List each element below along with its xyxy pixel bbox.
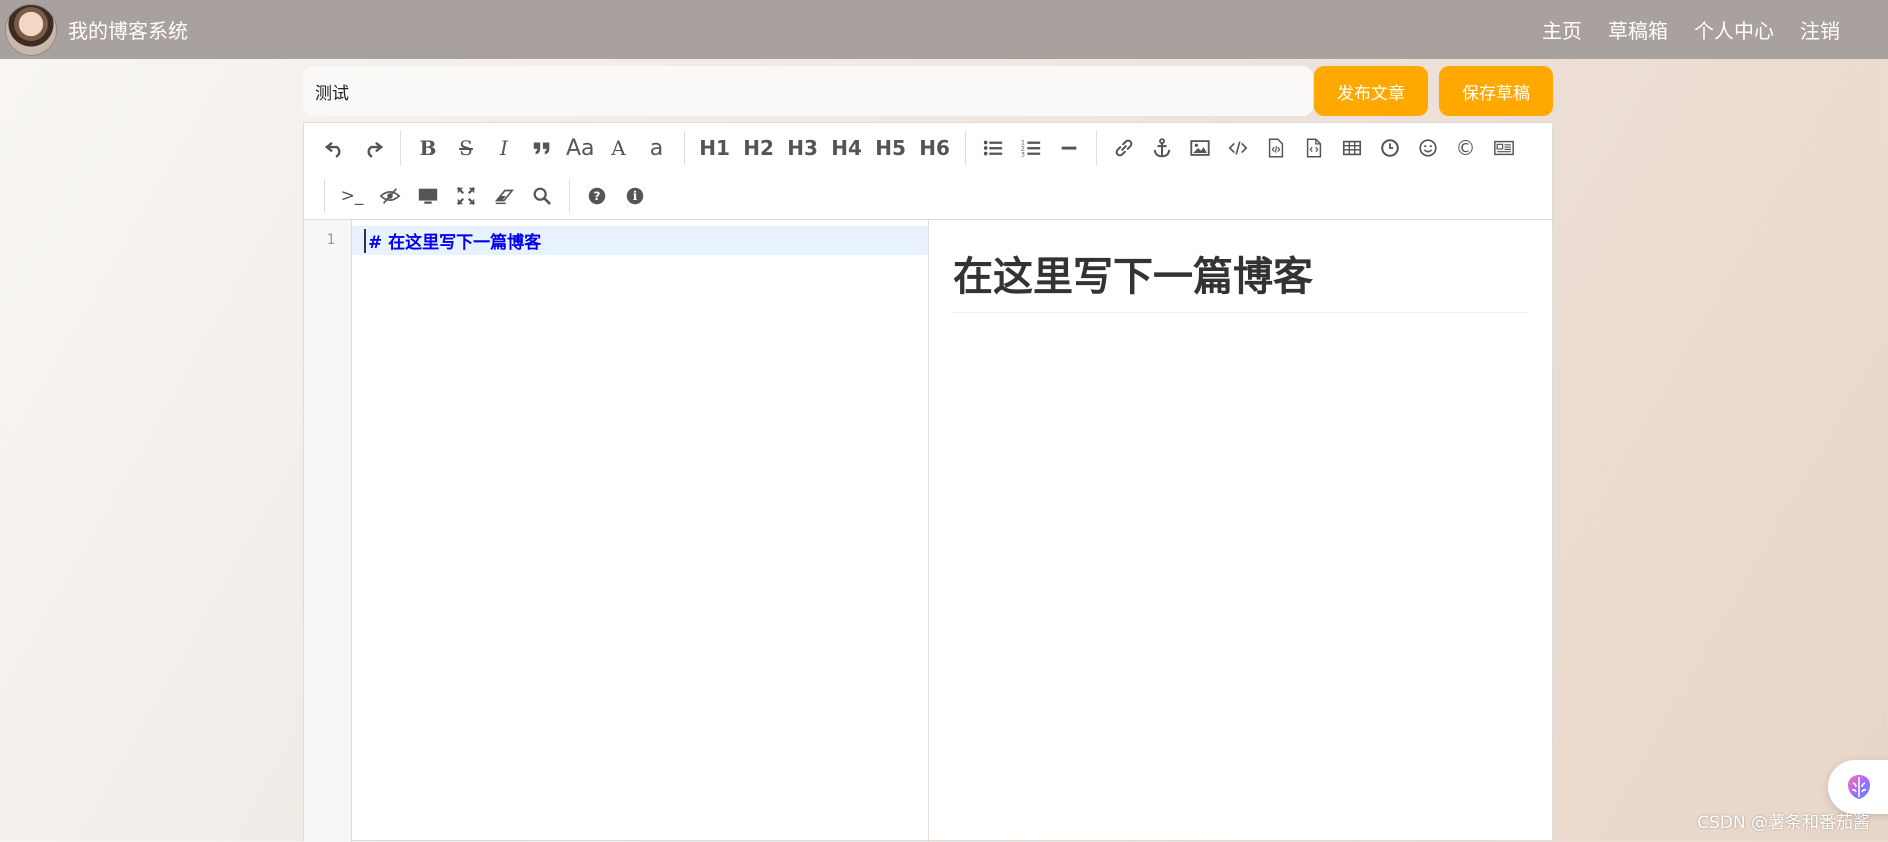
datetime-icon[interactable]	[1373, 131, 1407, 165]
save-draft-button[interactable]: 保存草稿	[1439, 66, 1553, 116]
toolbar-separator	[569, 179, 570, 213]
article-title-input[interactable]	[303, 66, 1313, 116]
html-entities-icon[interactable]: ©	[1449, 131, 1483, 165]
h1-button[interactable]: H1	[695, 131, 735, 165]
preview-icon[interactable]	[411, 179, 445, 213]
h5-button[interactable]: H5	[871, 131, 911, 165]
toolbar-separator	[1095, 131, 1097, 165]
svg-text:?: ?	[594, 189, 601, 203]
code-icon[interactable]	[1221, 131, 1255, 165]
brand-title: 我的博客系统	[68, 19, 188, 43]
clear-icon[interactable]	[487, 179, 521, 213]
preview-heading: 在这里写下一篇博客	[953, 244, 1528, 313]
table-icon[interactable]	[1335, 131, 1369, 165]
h2-button[interactable]: H2	[739, 131, 779, 165]
h3-button[interactable]: H3	[783, 131, 823, 165]
fullscreen-icon[interactable]	[449, 179, 483, 213]
toolbar-row-2: >_ ? i	[316, 176, 654, 216]
unordered-list-icon[interactable]	[976, 131, 1010, 165]
svg-text:3: 3	[1020, 150, 1024, 158]
link-icon[interactable]	[1107, 131, 1141, 165]
svg-text:i: i	[633, 189, 638, 203]
lowercase-icon[interactable]: a	[640, 131, 674, 165]
image-icon[interactable]	[1183, 131, 1217, 165]
editor-toolbar: B S I Aa A a H1 H2 H3 H4 H5 H6 123 © >_ …	[304, 123, 1552, 220]
anchor-icon[interactable]	[1145, 131, 1179, 165]
nav-link-profile[interactable]: 个人中心	[1694, 15, 1774, 44]
markdown-source-pane[interactable]: 1 # 在这里写下一篇博客	[304, 220, 929, 842]
bold-icon[interactable]: B	[411, 131, 445, 165]
assistant-float-button[interactable]	[1828, 760, 1888, 814]
toolbar-separator	[400, 131, 401, 165]
emoji-icon[interactable]	[1411, 131, 1445, 165]
code-block-icon[interactable]	[1297, 131, 1331, 165]
brain-icon	[1848, 775, 1870, 799]
code-line-text: # 在这里写下一篇博客	[368, 233, 542, 253]
strikethrough-icon[interactable]: S	[449, 131, 483, 165]
markdown-editor: B S I Aa A a H1 H2 H3 H4 H5 H6 123 © >_ …	[303, 122, 1553, 842]
preformatted-code-icon[interactable]	[1259, 131, 1293, 165]
markdown-preview-pane: 在这里写下一篇博客	[929, 220, 1552, 842]
text-cursor	[364, 228, 366, 253]
line-number-gutter: 1	[304, 220, 352, 842]
toolbar-separator	[964, 131, 966, 165]
nav-link-home[interactable]: 主页	[1542, 15, 1582, 44]
csdn-watermark: CSDN @薯条和番茄酱	[1697, 813, 1870, 833]
nav-link-drafts[interactable]: 草稿箱	[1608, 15, 1668, 44]
toolbar-row-1: B S I Aa A a H1 H2 H3 H4 H5 H6 123 ©	[316, 128, 1523, 168]
search-icon[interactable]	[525, 179, 559, 213]
active-code-line[interactable]: # 在这里写下一篇博客	[352, 226, 928, 255]
goto-line-icon[interactable]: >_	[335, 179, 369, 213]
h4-button[interactable]: H4	[827, 131, 867, 165]
uppercase-icon[interactable]: Aa	[563, 131, 598, 165]
undo-icon[interactable]	[318, 131, 352, 165]
quote-icon[interactable]	[525, 131, 559, 165]
toolbar-separator	[324, 179, 325, 213]
ordered-list-icon[interactable]: 123	[1014, 131, 1048, 165]
pagebreak-icon[interactable]	[1487, 131, 1521, 165]
title-case-icon[interactable]: A	[602, 131, 636, 165]
horizontal-rule-icon[interactable]	[1052, 131, 1086, 165]
info-icon[interactable]: i	[618, 179, 652, 213]
nav-link-logout[interactable]: 注销	[1800, 15, 1840, 44]
nav-links: 主页 草稿箱 个人中心 注销	[1542, 0, 1840, 59]
help-icon[interactable]: ?	[580, 179, 614, 213]
top-nav: 我的博客系统 主页 草稿箱 个人中心 注销	[0, 0, 1888, 59]
publish-button[interactable]: 发布文章	[1314, 66, 1428, 116]
h6-button[interactable]: H6	[915, 131, 955, 165]
italic-icon[interactable]: I	[487, 131, 521, 165]
avatar[interactable]	[6, 4, 56, 55]
toolbar-separator	[683, 131, 685, 165]
redo-icon[interactable]	[356, 131, 390, 165]
watch-icon[interactable]	[373, 179, 407, 213]
line-number: 1	[326, 232, 335, 248]
